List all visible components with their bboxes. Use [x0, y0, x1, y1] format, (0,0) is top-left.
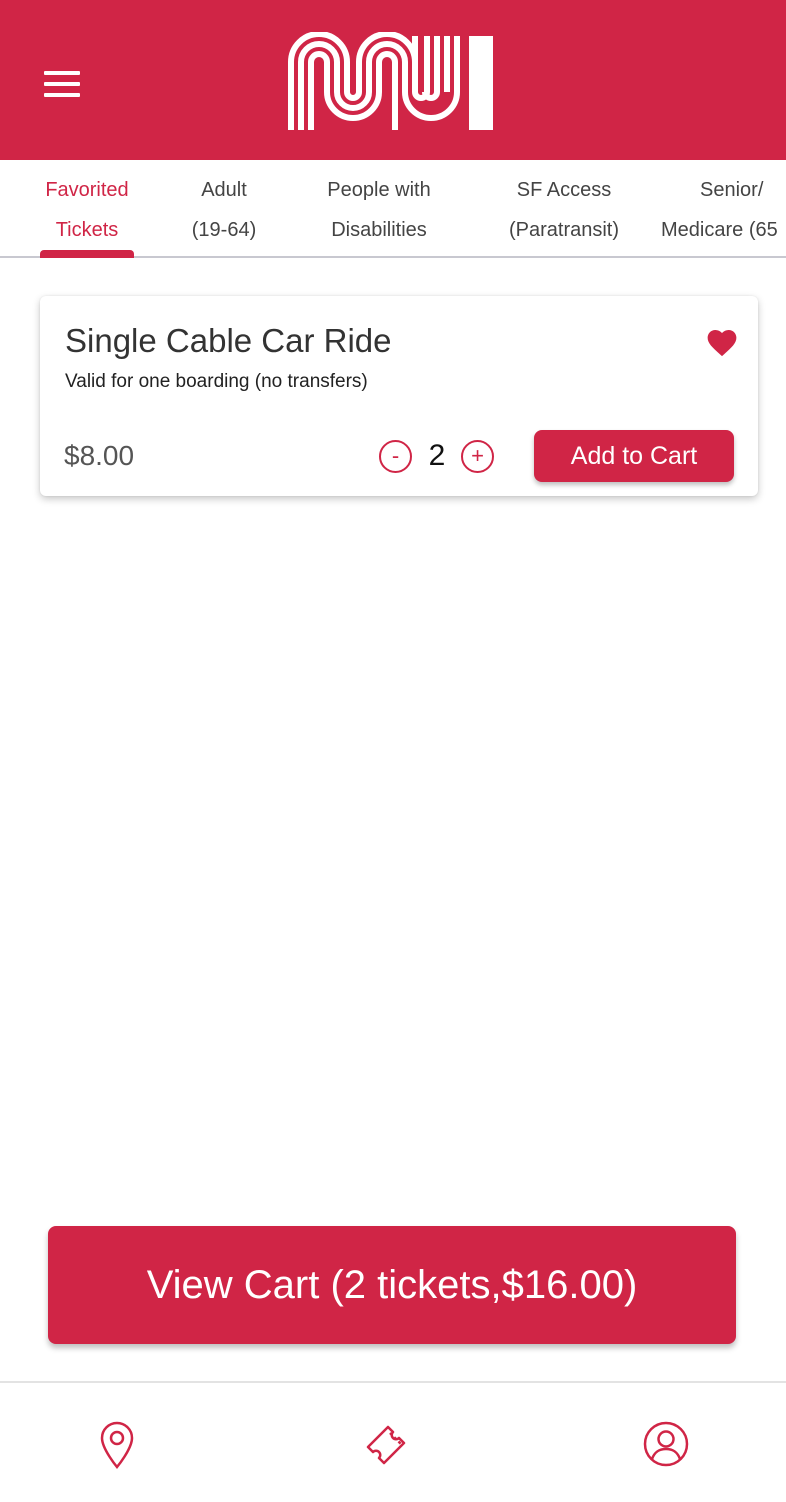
heart-icon[interactable]	[707, 329, 737, 357]
quantity-value: 2	[428, 439, 446, 472]
ticket-title: Single Cable Car Ride	[65, 322, 392, 359]
increase-quantity-button[interactable]: +	[461, 440, 494, 473]
tab-label-line1: Adult	[201, 179, 247, 201]
tab-label-line1: Senior/	[700, 179, 764, 201]
tab-sf-access[interactable]: SF Access (Paratransit)	[494, 170, 634, 256]
hamburger-menu-icon[interactable]	[44, 71, 80, 97]
ticket-price: $8.00	[64, 440, 135, 471]
tab-favorited-tickets[interactable]: Favorited Tickets	[40, 170, 134, 256]
account-icon[interactable]	[643, 1421, 689, 1467]
muni-logo	[288, 32, 493, 130]
tab-senior-medicare[interactable]: Senior/ Medicare (65	[661, 170, 786, 256]
location-pin-icon[interactable]	[99, 1421, 135, 1469]
tab-people-with-disabilities[interactable]: People with Disabilities	[310, 170, 448, 256]
tab-label-line2: (Paratransit)	[508, 219, 620, 241]
view-cart-button[interactable]: View Cart (2 tickets,$16.00)	[48, 1226, 736, 1344]
ticket-category-tabs: Favorited Tickets Adult (19-64) People w…	[0, 160, 786, 258]
bottom-navigation	[0, 1381, 786, 1502]
ticket-icon[interactable]	[361, 1421, 415, 1475]
tab-label-line2: Tickets	[55, 219, 119, 241]
ticket-card: Single Cable Car Ride Valid for one boar…	[40, 296, 758, 496]
add-to-cart-button[interactable]: Add to Cart	[534, 430, 734, 482]
tab-label-line2: Medicare (65	[661, 219, 778, 241]
tab-label-line1: People with	[327, 179, 431, 201]
app-header	[0, 0, 786, 160]
tab-label-line2: (19-64)	[191, 219, 257, 241]
tab-adult[interactable]: Adult (19-64)	[174, 170, 274, 256]
active-tab-indicator	[40, 250, 134, 258]
tab-label-line1: Favorited	[45, 179, 129, 201]
decrease-quantity-button[interactable]: -	[379, 440, 412, 473]
ticket-description: Valid for one boarding (no transfers)	[65, 371, 368, 392]
tab-label-line2: Disabilities	[331, 219, 427, 241]
tab-label-line1: SF Access	[516, 179, 612, 201]
